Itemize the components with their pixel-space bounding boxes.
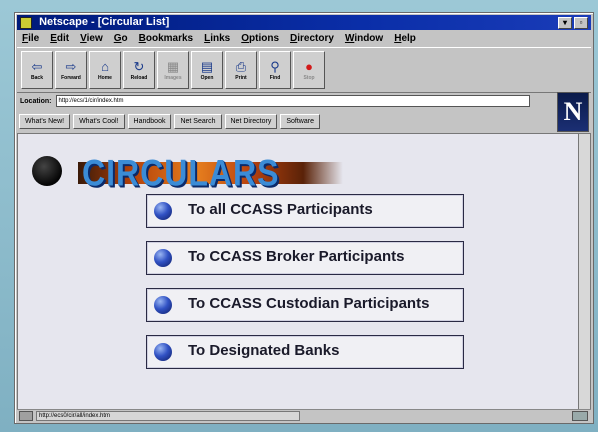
black-ball-icon: [32, 156, 62, 186]
menu-window[interactable]: Window: [345, 33, 383, 44]
print-button[interactable]: ⎙ Print: [225, 51, 257, 89]
open-label: Open: [200, 74, 214, 81]
maximize-button[interactable]: ▫: [574, 17, 588, 29]
stop-label: Stop: [303, 74, 315, 81]
circular-links: To all CCASS Participants To CCASS Broke…: [146, 194, 464, 382]
back-arrow-icon: ⇦: [31, 58, 43, 74]
menu-view[interactable]: View: [80, 33, 103, 44]
menu-bar: File Edit View Go Bookmarks Links Option…: [17, 31, 591, 46]
globe-bullet-icon: [154, 249, 172, 267]
globe-bullet-icon: [154, 296, 172, 314]
menu-help[interactable]: Help: [394, 33, 416, 44]
forward-arrow-icon: ⇨: [65, 58, 77, 74]
directory-bar: What's New! What's Cool! Handbook Net Se…: [17, 112, 591, 130]
handbook-button[interactable]: Handbook: [127, 113, 172, 129]
whats-new-button[interactable]: What's New!: [19, 113, 71, 129]
link-label: To all CCASS Participants: [188, 201, 373, 218]
net-search-button[interactable]: Net Search: [174, 113, 222, 129]
window-controls: ▾ ▫: [558, 17, 588, 29]
stop-icon: ●: [305, 58, 313, 74]
open-button[interactable]: ▤ Open: [191, 51, 223, 89]
images-label: Images: [164, 74, 182, 81]
location-label: Location:: [20, 97, 52, 105]
monitor-bezel: Netscape - [Circular List] ▾ ▫ File Edit…: [0, 0, 598, 432]
app-icon: [20, 17, 32, 29]
menu-links[interactable]: Links: [204, 33, 230, 44]
home-label: Home: [98, 74, 112, 81]
link-all-participants[interactable]: To all CCASS Participants: [146, 194, 464, 228]
back-button[interactable]: ⇦ Back: [21, 51, 53, 89]
net-directory-button[interactable]: Net Directory: [224, 113, 278, 129]
page-content: CIRCULARS To all CCASS Participants To C…: [17, 133, 579, 410]
status-text: http://ecs0/cir/all/index.htm: [36, 410, 300, 421]
menu-edit[interactable]: Edit: [50, 33, 69, 44]
find-icon: ⚲: [270, 58, 280, 74]
globe-bullet-icon: [154, 202, 172, 220]
find-button[interactable]: ⚲ Find: [259, 51, 291, 89]
link-label: To CCASS Custodian Participants: [188, 295, 430, 312]
window-title: Netscape - [Circular List]: [39, 16, 170, 28]
reload-icon: ↻: [133, 58, 145, 74]
minimize-button[interactable]: ▾: [558, 17, 572, 29]
print-icon: ⎙: [235, 58, 247, 74]
images-button[interactable]: ▦ Images: [157, 51, 189, 89]
vertical-scrollbar[interactable]: [578, 133, 591, 410]
status-bar: http://ecs0/cir/all/index.htm: [17, 409, 591, 421]
netscape-logo[interactable]: N: [557, 92, 589, 132]
browser-window: Netscape - [Circular List] ▾ ▫ File Edit…: [14, 12, 594, 424]
menu-options[interactable]: Options: [241, 33, 279, 44]
find-label: Find: [269, 74, 281, 81]
back-label: Back: [31, 74, 43, 81]
toolbar: ⇦ Back ⇨ Forward ⌂ Home ↻ Reload ▦ Image…: [17, 47, 591, 93]
menu-file[interactable]: File: [22, 33, 39, 44]
stop-button[interactable]: ● Stop: [293, 51, 325, 89]
forward-button[interactable]: ⇨ Forward: [55, 51, 87, 89]
open-icon: ▤: [200, 58, 214, 74]
security-key-icon: [19, 410, 33, 421]
forward-label: Forward: [61, 74, 81, 81]
link-custodian-participants[interactable]: To CCASS Custodian Participants: [146, 288, 464, 322]
menu-bookmarks[interactable]: Bookmarks: [139, 33, 193, 44]
page-title: CIRCULARS: [82, 152, 280, 194]
reload-label: Reload: [130, 74, 148, 81]
link-label: To Designated Banks: [188, 342, 340, 359]
home-button[interactable]: ⌂ Home: [89, 51, 121, 89]
menu-directory[interactable]: Directory: [290, 33, 334, 44]
location-input[interactable]: http://ecs/1/cir/index.htm: [55, 95, 530, 107]
images-icon: ▦: [166, 58, 180, 74]
link-label: To CCASS Broker Participants: [188, 248, 405, 265]
home-icon: ⌂: [101, 58, 109, 74]
whats-cool-button[interactable]: What's Cool!: [73, 113, 125, 129]
link-designated-banks[interactable]: To Designated Banks: [146, 335, 464, 369]
title-bar[interactable]: Netscape - [Circular List] ▾ ▫: [17, 15, 591, 30]
globe-bullet-icon: [154, 343, 172, 361]
print-label: Print: [235, 74, 247, 81]
mail-icon[interactable]: [572, 410, 588, 421]
location-bar: Location: http://ecs/1/cir/index.htm: [17, 93, 591, 109]
reload-button[interactable]: ↻ Reload: [123, 51, 155, 89]
menu-go[interactable]: Go: [114, 33, 128, 44]
link-broker-participants[interactable]: To CCASS Broker Participants: [146, 241, 464, 275]
software-button[interactable]: Software: [280, 113, 320, 129]
